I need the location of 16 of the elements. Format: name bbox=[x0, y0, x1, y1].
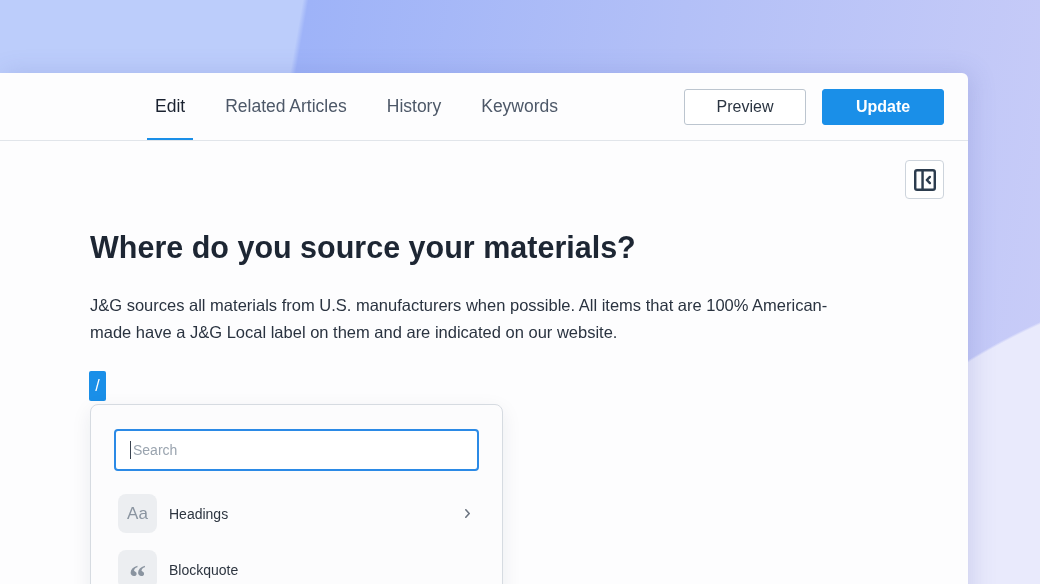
slash-command-text: / bbox=[89, 371, 106, 401]
menu-item[interactable]: “ Blockquote bbox=[114, 550, 479, 584]
tab[interactable]: Keywords bbox=[473, 73, 567, 140]
glyph-icon: “ bbox=[118, 550, 157, 584]
search-field[interactable]: Search bbox=[114, 429, 479, 471]
menu-item[interactable]: Aa Headings bbox=[114, 494, 479, 533]
text-cursor-icon bbox=[130, 441, 131, 459]
article-body: J&G sources all materials from U.S. manufacturers when possible. All items that are 100% American-made have a J&G Local label on them and are indicated on our website. bbox=[90, 295, 829, 343]
preview-button[interactable]: Preview bbox=[684, 88, 806, 125]
tab[interactable]: Related Articles bbox=[217, 73, 355, 140]
panel-collapse-icon bbox=[913, 168, 936, 191]
glyph-icon: Aa bbox=[118, 494, 157, 533]
panel-toggle-button[interactable] bbox=[905, 160, 944, 199]
article-title: Where do you source your materials? bbox=[90, 229, 637, 265]
tab[interactable]: History bbox=[378, 73, 450, 140]
tab[interactable]: Edit bbox=[147, 73, 194, 140]
